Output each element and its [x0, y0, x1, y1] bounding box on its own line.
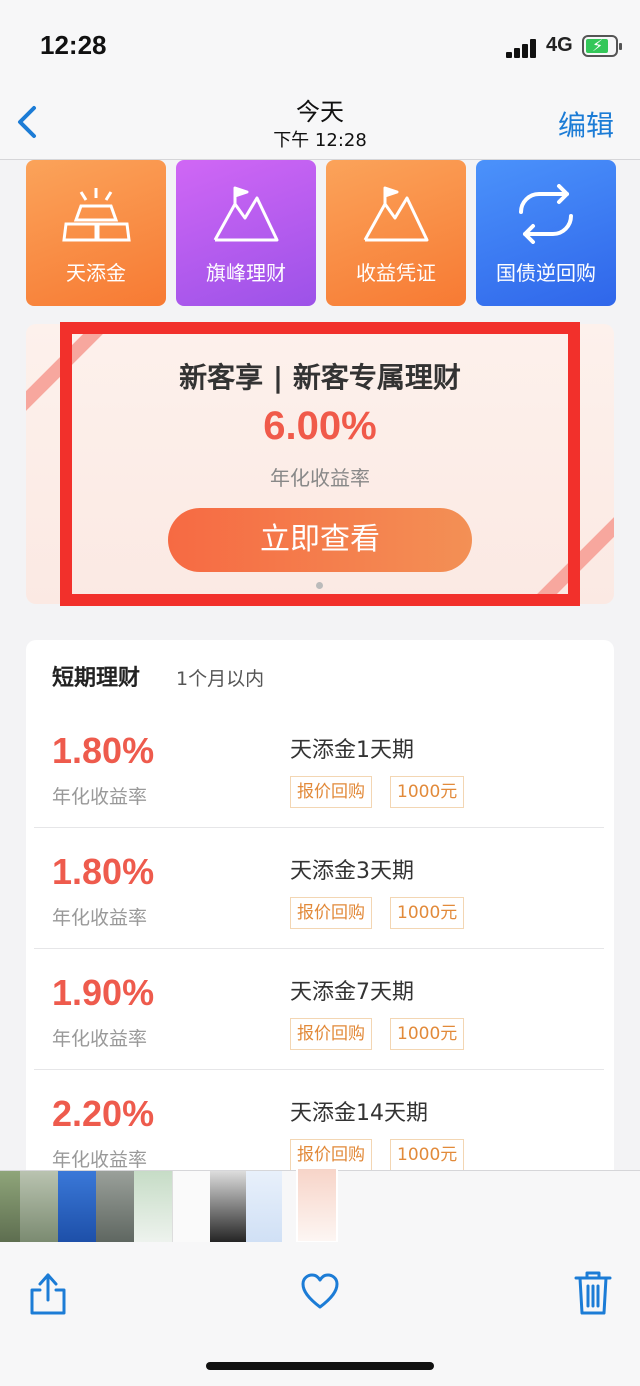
product-min-amount: 1000元 — [390, 1018, 465, 1050]
nav-title: 今天 — [296, 98, 344, 126]
signal-icon — [506, 38, 540, 58]
section-title: 短期理财 — [52, 666, 141, 691]
product-tiles: 天添金 旗峰理财 收益凭证 国债逆回购 — [26, 160, 616, 306]
product-rate-label: 年化收益率 — [52, 1149, 148, 1170]
product-tag: 报价回购 — [290, 897, 372, 929]
mountain-flag-icon — [363, 186, 429, 242]
thumbnail[interactable] — [246, 1171, 282, 1243]
tile-label: 国债逆回购 — [496, 261, 596, 285]
tile-qifeng[interactable]: 旗峰理财 — [176, 160, 316, 306]
current-thumbnail[interactable] — [296, 1167, 338, 1243]
tile-shouyi[interactable]: 收益凭证 — [326, 160, 466, 306]
product-row[interactable]: 2.20% 年化收益率 天添金14天期 报价回购 1000元 — [34, 1071, 604, 1170]
tile-label: 收益凭证 — [356, 261, 436, 285]
product-rate: 1.80% — [52, 730, 155, 771]
banner-rate: 6.00% — [263, 404, 377, 448]
trash-icon[interactable] — [574, 1270, 612, 1320]
gold-bars-icon — [62, 188, 131, 242]
product-row[interactable]: 1.80% 年化收益率 天添金1天期 报价回购 1000元 — [34, 708, 604, 828]
thumbnail[interactable] — [134, 1171, 172, 1243]
battery-icon: ⚡ — [582, 35, 622, 57]
product-rate-label: 年化收益率 — [52, 1028, 148, 1050]
product-min-amount: 1000元 — [390, 776, 465, 808]
product-tag: 报价回购 — [290, 776, 372, 808]
share-icon[interactable] — [28, 1270, 68, 1320]
thumbnail[interactable] — [96, 1171, 134, 1243]
product-name: 天添金7天期 — [290, 980, 414, 1005]
product-min-amount: 1000元 — [390, 897, 465, 929]
mountain-flag-icon — [213, 186, 279, 242]
short-term-card: 短期理财 1个月以内 1.80% 年化收益率 天添金1天期 报价回购 1000元… — [26, 640, 614, 1170]
status-time: 12:28 — [40, 30, 107, 60]
product-rate-label: 年化收益率 — [52, 907, 148, 929]
banner-rate-label: 年化收益率 — [270, 466, 370, 490]
product-name: 天添金14天期 — [290, 1101, 428, 1126]
product-row[interactable]: 1.80% 年化收益率 天添金3天期 报价回购 1000元 — [34, 829, 604, 949]
thumbnail[interactable] — [210, 1171, 246, 1243]
tile-label: 天添金 — [66, 261, 126, 285]
heart-icon[interactable] — [300, 1272, 340, 1316]
product-row[interactable]: 1.90% 年化收益率 天添金7天期 报价回购 1000元 — [34, 950, 604, 1070]
product-name: 天添金3天期 — [290, 859, 414, 884]
product-name: 天添金1天期 — [290, 738, 414, 763]
banner-title: 新客享 | 新客专属理财 — [179, 361, 461, 394]
photos-navbar: 今天 下午 12:28 编辑 — [0, 90, 640, 160]
tile-tiantianjin[interactable]: 天添金 — [26, 160, 166, 306]
network-type: 4G — [546, 34, 573, 56]
photo-content: 天添金 旗峰理财 收益凭证 国债逆回购 新客享 | 新客专属理财 6.00% 年… — [0, 160, 640, 1170]
home-indicator[interactable] — [206, 1362, 434, 1370]
refresh-arrows-icon — [519, 184, 573, 244]
thumbnail[interactable] — [0, 1171, 20, 1243]
thumbnail[interactable] — [20, 1171, 58, 1243]
product-tag: 报价回购 — [290, 1139, 372, 1170]
tile-guozhai[interactable]: 国债逆回购 — [476, 160, 616, 306]
product-tag: 报价回购 — [290, 1018, 372, 1050]
edit-button[interactable]: 编辑 — [558, 104, 614, 144]
thumbnail[interactable] — [58, 1171, 96, 1243]
product-rate: 2.20% — [52, 1093, 155, 1134]
nav-subtitle: 下午 12:28 — [273, 130, 367, 151]
carousel-dot — [316, 582, 323, 589]
product-rate: 1.90% — [52, 972, 155, 1013]
view-now-button[interactable]: 立即查看 — [168, 508, 472, 572]
product-rate: 1.80% — [52, 851, 155, 892]
thumbnail[interactable] — [172, 1171, 210, 1243]
status-bar: 12:28 4G ⚡ — [0, 0, 640, 90]
product-min-amount: 1000元 — [390, 1139, 465, 1170]
section-subtitle: 1个月以内 — [176, 668, 265, 690]
tile-label: 旗峰理财 — [206, 261, 286, 285]
bottom-toolbar — [0, 1242, 640, 1386]
product-rate-label: 年化收益率 — [52, 786, 148, 808]
thumbnail-strip[interactable] — [0, 1167, 640, 1243]
